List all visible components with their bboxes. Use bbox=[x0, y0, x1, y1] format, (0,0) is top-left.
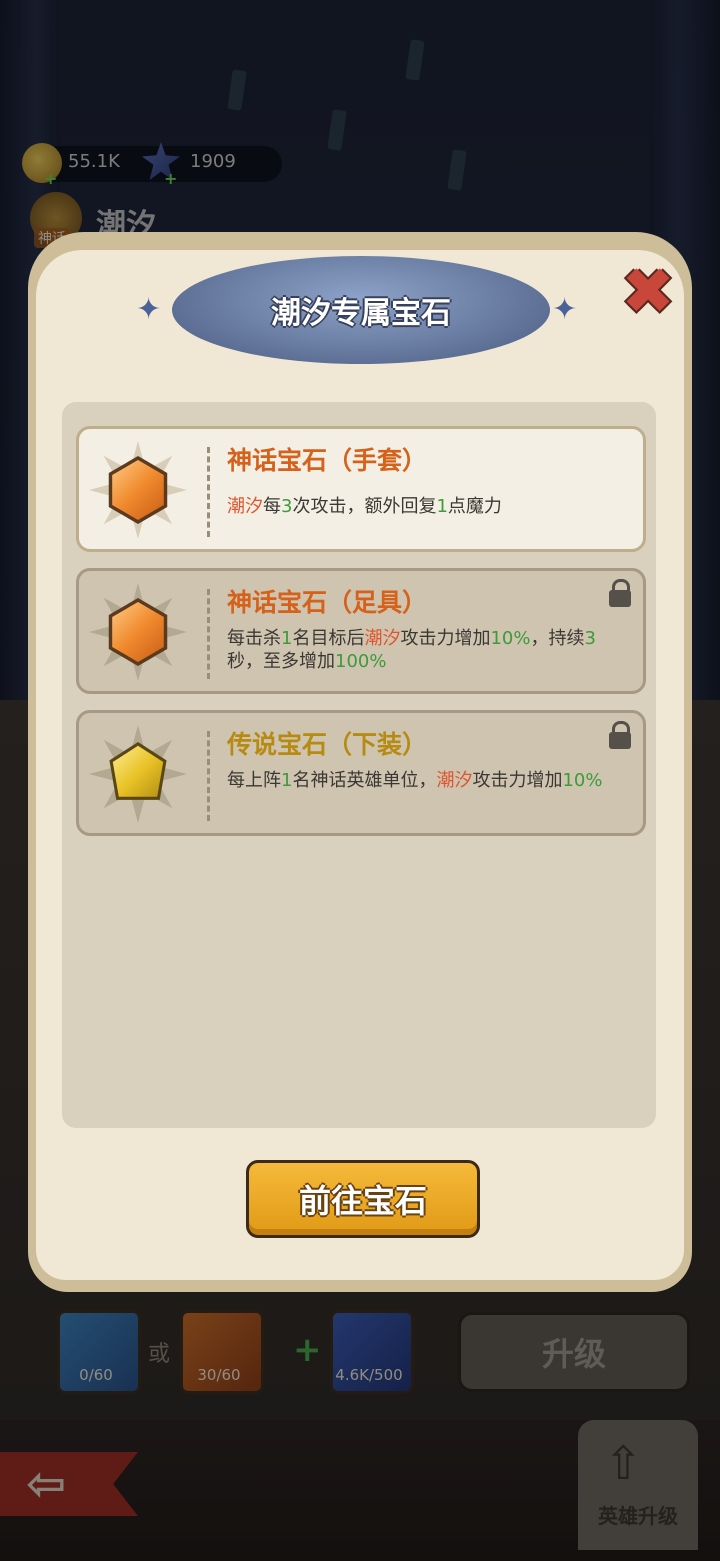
desc-text: 攻击力增加 bbox=[472, 770, 563, 791]
desc-text: 每上阵 bbox=[227, 770, 281, 791]
gem-title: 传说宝石（下装） bbox=[227, 730, 428, 759]
gem-description: 每击杀1名目标后潮汐攻击力增加10%，持续3 秒，至多增加100% bbox=[227, 627, 627, 673]
value-highlight: 1 bbox=[281, 770, 293, 791]
gem-description: 潮汐每3次攻击，额外回复1点魔力 bbox=[227, 495, 627, 518]
gem-description: 每上阵1名神话英雄单位，潮汐攻击力增加10% bbox=[227, 769, 627, 792]
divider bbox=[207, 731, 210, 821]
gem-frame bbox=[89, 441, 187, 539]
go-to-gems-button[interactable]: 前往宝石 bbox=[246, 1160, 480, 1238]
desc-text: 名神话英雄单位， bbox=[292, 770, 437, 791]
hero-name-highlight: 潮汐 bbox=[227, 496, 263, 517]
desc-text: 每 bbox=[263, 496, 281, 517]
modal-title: 潮汐专属宝石 bbox=[271, 296, 451, 331]
value-highlight: 10% bbox=[490, 628, 531, 649]
value-highlight: 3 bbox=[281, 496, 293, 517]
desc-text: 攻击力增加 bbox=[400, 628, 491, 649]
gem-card-gloves[interactable]: 神话宝石（手套） 潮汐每3次攻击，额外回复1点魔力 bbox=[76, 426, 646, 552]
hero-name-highlight: 潮汐 bbox=[364, 628, 401, 649]
value-highlight: 100% bbox=[335, 651, 387, 672]
divider bbox=[207, 589, 210, 679]
star-decoration-icon: ✦ bbox=[136, 292, 162, 327]
value-highlight: 10% bbox=[562, 770, 603, 791]
gem-title: 神话宝石（手套） bbox=[227, 446, 428, 475]
desc-text: 点魔力 bbox=[447, 496, 502, 517]
divider bbox=[207, 447, 210, 537]
gem-card-boots[interactable]: 神话宝石（足具） 每击杀1名目标后潮汐攻击力增加10%，持续3 秒，至多增加100… bbox=[76, 568, 646, 694]
gem-title: 神话宝石（足具） bbox=[227, 588, 428, 617]
gem-card-pants[interactable]: 传说宝石（下装） 每上阵1名神话英雄单位，潮汐攻击力增加10% bbox=[76, 710, 646, 836]
value-highlight: 3 bbox=[584, 628, 596, 649]
hero-name-highlight: 潮汐 bbox=[436, 770, 473, 791]
desc-text: 每击杀 bbox=[227, 628, 281, 649]
close-icon[interactable]: ✖ bbox=[614, 260, 682, 324]
gem-frame bbox=[89, 583, 187, 681]
gem-frame bbox=[89, 725, 187, 823]
lock-icon bbox=[609, 721, 631, 749]
value-highlight: 1 bbox=[436, 496, 448, 517]
desc-text: 秒，至多增加 bbox=[227, 651, 335, 672]
desc-text: 次攻击，额外回复 bbox=[292, 496, 437, 517]
lock-icon bbox=[609, 579, 631, 607]
value-highlight: 1 bbox=[281, 628, 293, 649]
desc-text: ，持续 bbox=[530, 628, 585, 649]
star-decoration-icon: ✦ bbox=[552, 292, 578, 327]
desc-text: 名目标后 bbox=[292, 628, 365, 649]
